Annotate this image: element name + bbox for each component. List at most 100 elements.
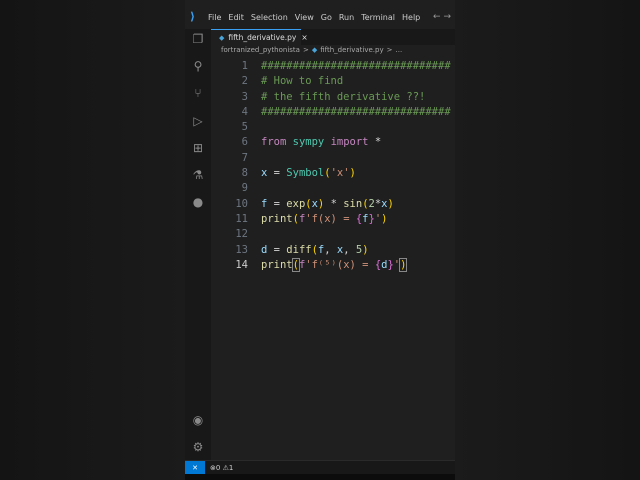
code-text: print(f'f(x) = {f}') — [261, 212, 387, 227]
breadcrumb: fortranized_pythonista > ◆ fifth_derivat… — [221, 46, 402, 54]
code-token: exp — [286, 197, 306, 210]
chevron-right-icon: > — [302, 46, 309, 54]
account-icon[interactable]: ◉ — [191, 413, 205, 427]
code-token: from — [261, 136, 287, 149]
code-text: print(f'f⁽⁵⁾(x) = {d}') — [261, 257, 408, 273]
code-line[interactable]: 12 — [211, 227, 455, 242]
line-number: 9 — [241, 182, 248, 195]
menu-selection[interactable]: Selection — [251, 13, 288, 22]
code-token: 'f⁽⁵⁾(x) = — [305, 258, 375, 271]
code-line[interactable]: 8 x = Symbol('x') — [211, 166, 455, 181]
line-number: 8 — [241, 167, 248, 180]
code-token: import — [330, 136, 369, 149]
forward-arrow-icon[interactable]: → — [443, 12, 451, 22]
line-number: 7 — [241, 151, 248, 164]
code-token: ############################## — [261, 60, 451, 72]
line-number: 14 — [235, 258, 248, 271]
code-token: = — [267, 243, 287, 256]
menu-help[interactable]: Help — [402, 13, 420, 22]
code-token: Symbol — [286, 167, 325, 180]
code-line[interactable]: 3 # the fifth derivative ??! — [211, 90, 455, 105]
line-number: 13 — [235, 243, 248, 256]
code-line[interactable]: 6 from sympy import * — [211, 135, 455, 150]
python-file-icon: ◆ — [311, 46, 318, 54]
code-line[interactable]: 1 ############################## — [211, 59, 455, 74]
tab-fifth-derivative[interactable]: ◆ fifth_derivative.py × — [211, 29, 308, 45]
code-text: d = diff(f, x, 5) — [261, 243, 369, 258]
code-token: ) — [399, 257, 408, 272]
code-line[interactable]: 5 — [211, 120, 455, 135]
menu-file[interactable]: File — [208, 13, 221, 22]
code-text: f = exp(x) * sin(2*x) — [261, 197, 394, 212]
explorer-icon[interactable]: ❐ — [191, 32, 205, 46]
code-line[interactable]: 10 f = exp(x) * sin(2*x) — [211, 197, 455, 212]
code-token: ) — [381, 212, 388, 225]
activity-bar: ❐ ⚲ ⑂ ▷ ⊞ ⚗ ● ◉ ⚙ — [185, 29, 211, 460]
code-text: # the fifth derivative ??! — [261, 90, 425, 105]
blurred-background-right — [455, 0, 640, 480]
run-debug-icon[interactable]: ▷ — [191, 114, 205, 128]
error-count: 0 — [215, 464, 221, 472]
menu-terminal[interactable]: Terminal — [361, 13, 395, 22]
search-icon[interactable]: ⚲ — [191, 59, 205, 73]
breadcrumb-folder[interactable]: fortranized_pythonista — [221, 46, 300, 54]
code-token: print — [261, 258, 293, 271]
code-text: # How to find — [261, 74, 343, 89]
code-token: * — [368, 136, 382, 149]
line-number: 10 — [235, 197, 248, 210]
remote-icon[interactable]: ✕ — [185, 461, 205, 474]
code-token: = — [267, 197, 287, 210]
code-token: , — [343, 243, 356, 256]
menu-edit[interactable]: Edit — [228, 13, 244, 22]
problems-indicator[interactable]: ⊗0 ⚠1 — [210, 464, 233, 472]
code-line[interactable]: 7 — [211, 151, 455, 166]
code-editor[interactable]: 1 ############################## 2 # How to… — [211, 59, 455, 273]
code-token: diff — [286, 243, 312, 256]
source-control-icon[interactable]: ⑂ — [191, 86, 205, 100]
line-number: 3 — [241, 90, 248, 103]
python-icon[interactable]: ● — [191, 195, 205, 209]
code-token: # the fifth derivative ??! — [261, 90, 426, 103]
code-line[interactable]: 4 ############################## — [211, 105, 455, 120]
code-text: ############################## — [261, 59, 451, 74]
breadcrumb-file[interactable]: fifth_derivative.py — [320, 46, 383, 54]
breadcrumb-more[interactable]: ... — [396, 46, 403, 54]
code-line[interactable]: 11 print(f'f(x) = {f}') — [211, 212, 455, 227]
line-number: 6 — [241, 136, 248, 149]
code-token: 'f(x) = — [305, 212, 356, 225]
code-token: sympy — [292, 136, 325, 149]
tab-label: fifth_derivative.py — [228, 33, 297, 42]
code-line[interactable]: 14 print(f'f⁽⁵⁾(x) = {d}') — [211, 257, 455, 273]
code-token: , — [324, 243, 337, 256]
code-line[interactable]: 13 d = diff(f, x, 5) — [211, 243, 455, 258]
code-token: ) — [387, 197, 394, 210]
line-number: 1 — [241, 60, 248, 72]
code-line[interactable]: 9 — [211, 181, 455, 196]
blurred-background-left — [0, 0, 185, 480]
close-tab-icon[interactable]: × — [301, 33, 307, 42]
line-number: 12 — [235, 228, 248, 241]
settings-gear-icon[interactable]: ⚙ — [191, 440, 205, 454]
tab-bar: ◆ fifth_derivative.py × — [211, 29, 455, 45]
back-arrow-icon[interactable]: ← — [433, 12, 441, 22]
status-bar: ✕ ⊗0 ⚠1 — [185, 460, 455, 474]
warning-count: 1 — [228, 464, 234, 472]
code-line[interactable]: 2 # How to find — [211, 74, 455, 89]
python-file-icon: ◆ — [219, 33, 225, 42]
code-text: ############################## — [261, 105, 451, 120]
menu-view[interactable]: View — [295, 13, 314, 22]
line-number: 5 — [241, 121, 248, 134]
code-token: 'x' — [330, 167, 350, 180]
vscode-logo-icon: ⟩ — [190, 10, 196, 23]
code-token: ) — [349, 167, 356, 180]
line-number: 2 — [241, 75, 248, 88]
extensions-icon[interactable]: ⊞ — [191, 141, 205, 155]
testing-flask-icon[interactable]: ⚗ — [191, 168, 205, 182]
vscode-window: ⟩ File Edit Selection View Go Run Termin… — [185, 0, 455, 474]
chevron-right-icon: > — [386, 46, 393, 54]
title-bar: ⟩ File Edit Selection View Go Run Termin… — [185, 5, 455, 29]
menu-go[interactable]: Go — [321, 13, 332, 22]
code-text: x = Symbol('x') — [261, 166, 356, 181]
menu-run[interactable]: Run — [339, 13, 354, 22]
line-number: 4 — [241, 105, 248, 118]
